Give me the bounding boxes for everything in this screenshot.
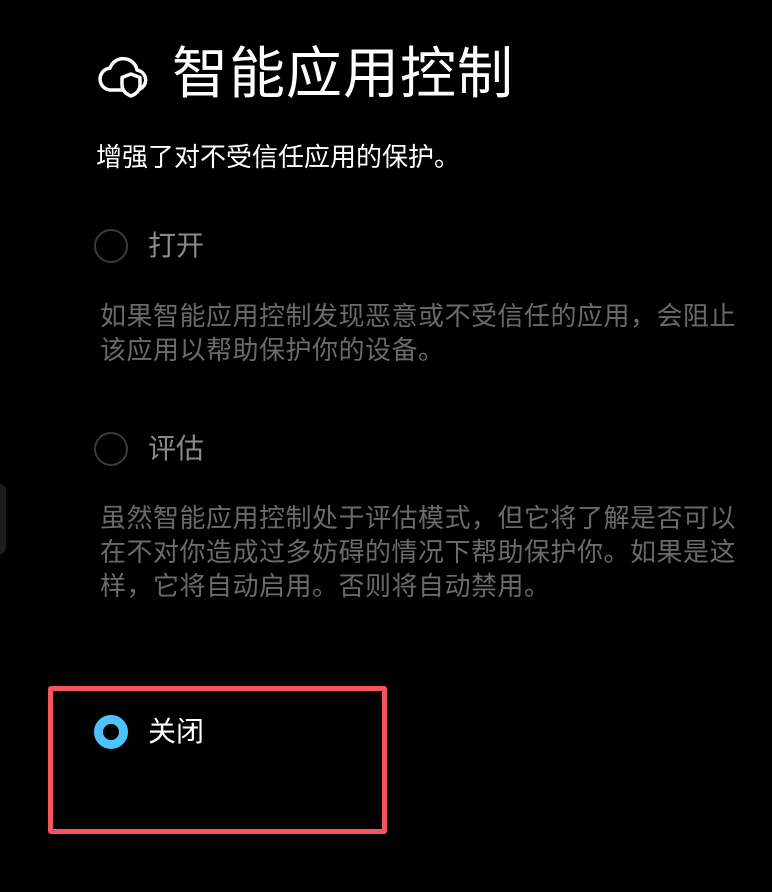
page-header: 智能应用控制	[96, 40, 514, 110]
option-on-label: 打开	[148, 229, 205, 262]
radio-evaluate[interactable]	[94, 432, 128, 466]
cloud-shield-icon	[96, 50, 152, 100]
highlight-annotation	[48, 686, 387, 834]
page-subtitle: 增强了对不受信任应用的保护。	[96, 143, 461, 173]
option-evaluate-description: 虽然智能应用控制处于评估模式，但它将了解是否可以在不对你造成过多妨碍的情况下帮助…	[100, 504, 737, 602]
option-on-description: 如果智能应用控制发现恶意或不受信任的应用，会阻止该应用以帮助保护你的设备。	[100, 302, 737, 366]
option-on[interactable]: 打开	[94, 226, 204, 266]
radio-on[interactable]	[94, 229, 128, 263]
option-evaluate[interactable]: 评估	[94, 429, 204, 469]
page-title: 智能应用控制	[172, 42, 514, 107]
option-evaluate-label: 评估	[148, 432, 205, 465]
side-panel-edge	[0, 484, 6, 554]
